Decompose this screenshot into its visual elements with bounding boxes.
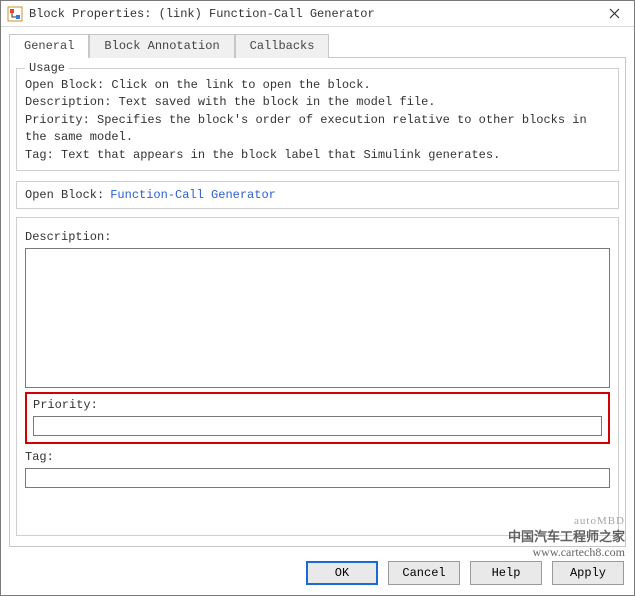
- usage-text: Open Block: Click on the link to open th…: [25, 77, 610, 164]
- titlebar: Block Properties: (link) Function-Call G…: [1, 1, 634, 27]
- priority-highlight: Priority:: [25, 392, 610, 444]
- description-input[interactable]: [25, 248, 610, 388]
- close-button[interactable]: [594, 1, 634, 27]
- open-block-link[interactable]: Function-Call Generator: [110, 188, 276, 202]
- fields-panel: Description: Priority: Tag:: [16, 217, 619, 536]
- dialog-buttons: OK Cancel Help Apply: [1, 555, 634, 595]
- open-block-panel: Open Block: Function-Call Generator: [16, 181, 619, 209]
- tabs-bar: General Block Annotation Callbacks: [1, 27, 634, 57]
- ok-button[interactable]: OK: [306, 561, 378, 585]
- tab-block-annotation[interactable]: Block Annotation: [89, 34, 234, 58]
- cancel-button[interactable]: Cancel: [388, 561, 460, 585]
- window-title: Block Properties: (link) Function-Call G…: [29, 7, 594, 21]
- description-label: Description:: [25, 230, 610, 244]
- tab-callbacks[interactable]: Callbacks: [235, 34, 330, 58]
- tab-panel-general: Usage Open Block: Click on the link to o…: [9, 57, 626, 547]
- tag-input[interactable]: [25, 468, 610, 488]
- open-block-label: Open Block:: [25, 188, 104, 202]
- priority-input[interactable]: [33, 416, 602, 436]
- tab-general[interactable]: General: [9, 34, 89, 58]
- usage-legend: Usage: [25, 61, 69, 75]
- priority-label: Priority:: [33, 398, 602, 412]
- usage-group: Usage Open Block: Click on the link to o…: [16, 68, 619, 171]
- tag-label: Tag:: [25, 450, 610, 464]
- apply-button[interactable]: Apply: [552, 561, 624, 585]
- dialog-window: Block Properties: (link) Function-Call G…: [0, 0, 635, 596]
- help-button[interactable]: Help: [470, 561, 542, 585]
- close-icon: [609, 8, 620, 19]
- app-icon: [7, 6, 23, 22]
